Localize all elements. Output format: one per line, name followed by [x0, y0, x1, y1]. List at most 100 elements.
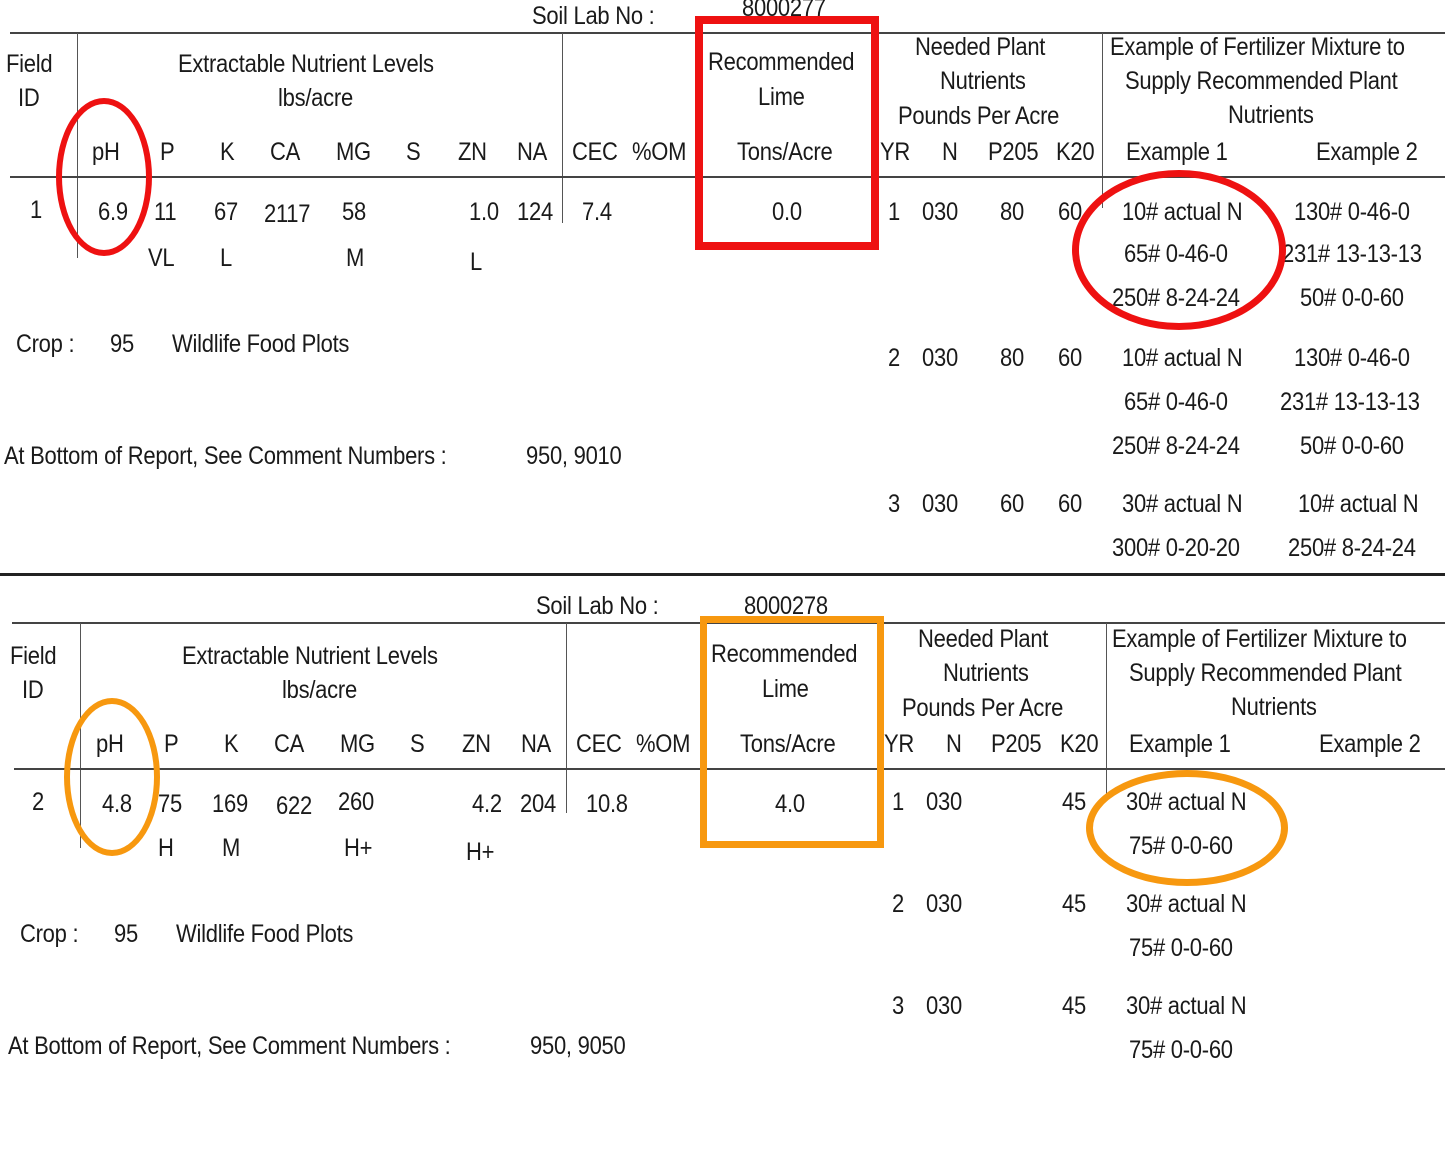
yr3-ex1-line1: 30# actual N	[1126, 992, 1247, 1020]
col-n: N	[946, 730, 962, 758]
yr2-ex2-line2: 231# 13-13-13	[1280, 388, 1420, 416]
p-value: 11	[154, 198, 177, 226]
yr1-n: 030	[922, 198, 958, 226]
field-id-value: 2	[32, 788, 44, 816]
crop-code: 95	[114, 920, 138, 948]
ph-highlight-circle	[64, 698, 160, 856]
yr3-yr: 3	[892, 992, 904, 1020]
p-rating: H	[158, 834, 174, 862]
example-header-1: Example of Fertilizer Mixture to	[1110, 33, 1405, 61]
yr2-n: 030	[922, 344, 958, 372]
col-ca: CA	[274, 730, 305, 758]
nutrient-divider	[562, 33, 563, 223]
soil-report-8000277: Soil Lab No : 8000277 Field ID Extractab…	[0, 0, 1445, 575]
cec-value: 10.8	[586, 790, 628, 818]
comments-label: At Bottom of Report, See Comment Numbers…	[8, 1032, 451, 1060]
example-divider	[1106, 623, 1107, 798]
yr3-ex1-line1: 30# actual N	[1122, 490, 1243, 518]
example-header-2: Supply Recommended Plant	[1125, 67, 1398, 95]
example1-highlight-circle	[1072, 170, 1286, 330]
needed-header-1: Needed Plant	[918, 625, 1049, 653]
yr1-yr: 1	[888, 198, 900, 226]
col-mg: MG	[336, 138, 371, 166]
col-p205: P205	[991, 730, 1042, 758]
comments-label: At Bottom of Report, See Comment Numbers…	[4, 442, 447, 470]
yr3-ex2-line1: 10# actual N	[1298, 490, 1419, 518]
yr2-k20: 60	[1058, 344, 1082, 372]
na-value: 204	[520, 790, 556, 818]
col-yr: YR	[880, 138, 911, 166]
lime-highlight-box	[700, 616, 884, 848]
yr2-ex2-line1: 130# 0-46-0	[1294, 344, 1410, 372]
yr1-ex2-line1: 130# 0-46-0	[1294, 198, 1410, 226]
k-value: 67	[214, 198, 238, 226]
yr3-k20: 60	[1058, 490, 1082, 518]
soil-lab-no-label: Soil Lab No :	[532, 2, 655, 30]
yr2-p205: 80	[1000, 344, 1024, 372]
col-s: S	[406, 138, 421, 166]
col-na: NA	[521, 730, 552, 758]
field-id-value: 1	[30, 196, 42, 224]
ca-value: 622	[276, 792, 312, 820]
yr2-ex1-line3: 250# 8-24-24	[1112, 432, 1240, 460]
yr2-yr: 2	[892, 890, 904, 918]
zn-rating: L	[470, 248, 482, 276]
yr2-ex2-line3: 50# 0-0-60	[1300, 432, 1404, 460]
example-header-3: Nutrients	[1231, 693, 1317, 721]
col-k20: K20	[1060, 730, 1099, 758]
needed-header-1: Needed Plant	[915, 33, 1046, 61]
col-na: NA	[517, 138, 548, 166]
col-s: S	[410, 730, 425, 758]
yr2-ex1-line2: 75# 0-0-60	[1129, 934, 1233, 962]
col-example2: Example 2	[1316, 138, 1418, 166]
soil-lab-no-label: Soil Lab No :	[536, 592, 659, 620]
yr2-ex1-line1: 30# actual N	[1126, 890, 1247, 918]
ph-highlight-circle	[56, 98, 152, 256]
report-separator	[0, 573, 1445, 576]
example-header-1: Example of Fertilizer Mixture to	[1112, 625, 1407, 653]
nutrient-divider	[566, 623, 567, 813]
crop-label: Crop :	[16, 330, 75, 358]
needed-header-2: Nutrients	[943, 659, 1029, 687]
col-cec: CEC	[576, 730, 622, 758]
yr2-yr: 2	[888, 344, 900, 372]
needed-header-3: Pounds Per Acre	[902, 694, 1064, 722]
col-example2: Example 2	[1319, 730, 1421, 758]
col-p: P	[164, 730, 179, 758]
yr1-p205: 80	[1000, 198, 1024, 226]
yr1-ex2-line2: 231# 13-13-13	[1282, 240, 1422, 268]
needed-header-3: Pounds Per Acre	[898, 102, 1060, 130]
mg-rating: H+	[344, 834, 373, 862]
yr3-yr: 3	[888, 490, 900, 518]
zn-value: 4.2	[472, 790, 502, 818]
example-header-2: Supply Recommended Plant	[1129, 659, 1402, 687]
k-value: 169	[212, 790, 248, 818]
crop-name: Wildlife Food Plots	[172, 330, 350, 358]
yr3-ex1-line2: 300# 0-20-20	[1112, 534, 1240, 562]
na-value: 124	[517, 198, 553, 226]
yr3-n: 030	[922, 490, 958, 518]
field-id-header-2: ID	[22, 676, 44, 704]
mg-value: 58	[342, 198, 366, 226]
yr3-n: 030	[926, 992, 962, 1020]
extractable-header-1: Extractable Nutrient Levels	[182, 642, 438, 670]
yr3-ex1-line2: 75# 0-0-60	[1129, 1036, 1233, 1064]
yr2-k20: 45	[1062, 890, 1086, 918]
comments-value: 950, 9010	[526, 442, 622, 470]
col-k: K	[224, 730, 239, 758]
example-divider	[1102, 33, 1103, 208]
crop-code: 95	[110, 330, 134, 358]
col-om: %OM	[636, 730, 691, 758]
yr2-n: 030	[926, 890, 962, 918]
yr3-k20: 45	[1062, 992, 1086, 1020]
col-mg: MG	[340, 730, 375, 758]
example-header-3: Nutrients	[1228, 101, 1314, 129]
example1-highlight-circle	[1086, 770, 1288, 886]
crop-label: Crop :	[20, 920, 79, 948]
yr1-k20: 45	[1062, 788, 1086, 816]
p-rating: VL	[148, 244, 175, 272]
col-p205: P205	[988, 138, 1039, 166]
soil-report-8000278: Soil Lab No : 8000278 Field ID Extractab…	[0, 592, 1445, 1167]
yr1-ex2-line3: 50# 0-0-60	[1300, 284, 1404, 312]
k-rating: M	[222, 834, 241, 862]
